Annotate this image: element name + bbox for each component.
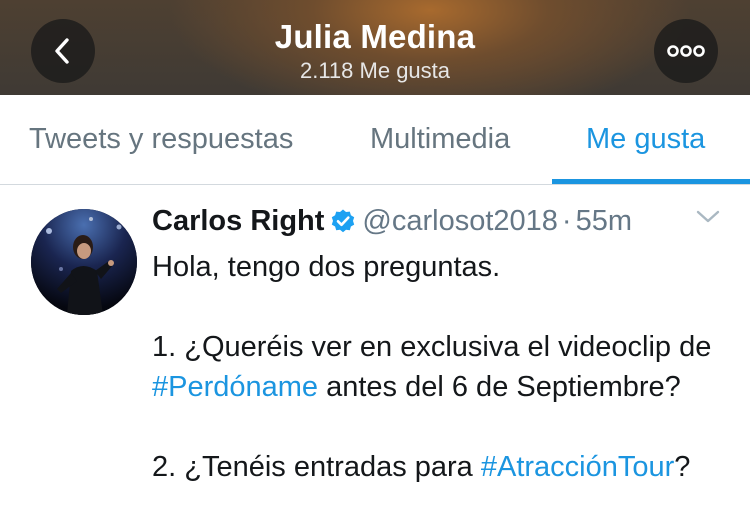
active-tab-indicator	[552, 179, 750, 184]
profile-name: Julia Medina	[274, 18, 476, 55]
tweet-header: Carlos Right @carlosot2018 · 55m	[152, 205, 632, 242]
tweet-line-greeting: Hola, tengo dos preguntas.	[152, 251, 501, 283]
separator-dot: ·	[561, 205, 572, 237]
question-two-suffix: ?	[674, 451, 691, 483]
tweet-menu-button[interactable]	[695, 209, 721, 230]
tweet[interactable]: Carlos Right @carlosot2018 · 55m Hola, ten…	[0, 185, 750, 519]
question-one-suffix: antes del 6 de Septiembre?	[318, 371, 681, 403]
tab-likes[interactable]: Me gusta	[586, 123, 705, 156]
question-two-text: 2. ¿Tenéis entradas para	[152, 451, 481, 483]
author-name[interactable]: Carlos Right	[152, 205, 324, 237]
chevron-down-icon	[696, 210, 720, 223]
author-handle[interactable]: @carlosot2018	[362, 205, 558, 237]
avatar[interactable]	[31, 209, 137, 315]
hashtag-link[interactable]: #Perdóname	[152, 371, 318, 403]
profile-header: Julia Medina 2.118 Me gusta	[0, 0, 750, 95]
likes-count: 2.118 Me gusta	[299, 58, 451, 83]
verified-badge-icon	[330, 208, 356, 242]
tab-media[interactable]: Multimedia	[370, 123, 510, 156]
more-options-button[interactable]	[654, 19, 718, 83]
hashtag-link[interactable]: #AtracciónTour	[481, 451, 674, 483]
avatar-photo	[31, 209, 137, 315]
profile-tabs: Tweets y respuestas Multimedia Me gusta	[0, 95, 750, 185]
tweet-text: Hola, tengo dos preguntas. 1. ¿Queréis v…	[152, 247, 742, 487]
tweet-time: 55m	[575, 205, 632, 237]
tab-tweets-replies[interactable]: Tweets y respuestas	[29, 123, 293, 156]
more-horizontal-icon	[667, 45, 705, 57]
question-one-text: 1. ¿Queréis ver en exclusiva el videocli…	[152, 331, 720, 363]
